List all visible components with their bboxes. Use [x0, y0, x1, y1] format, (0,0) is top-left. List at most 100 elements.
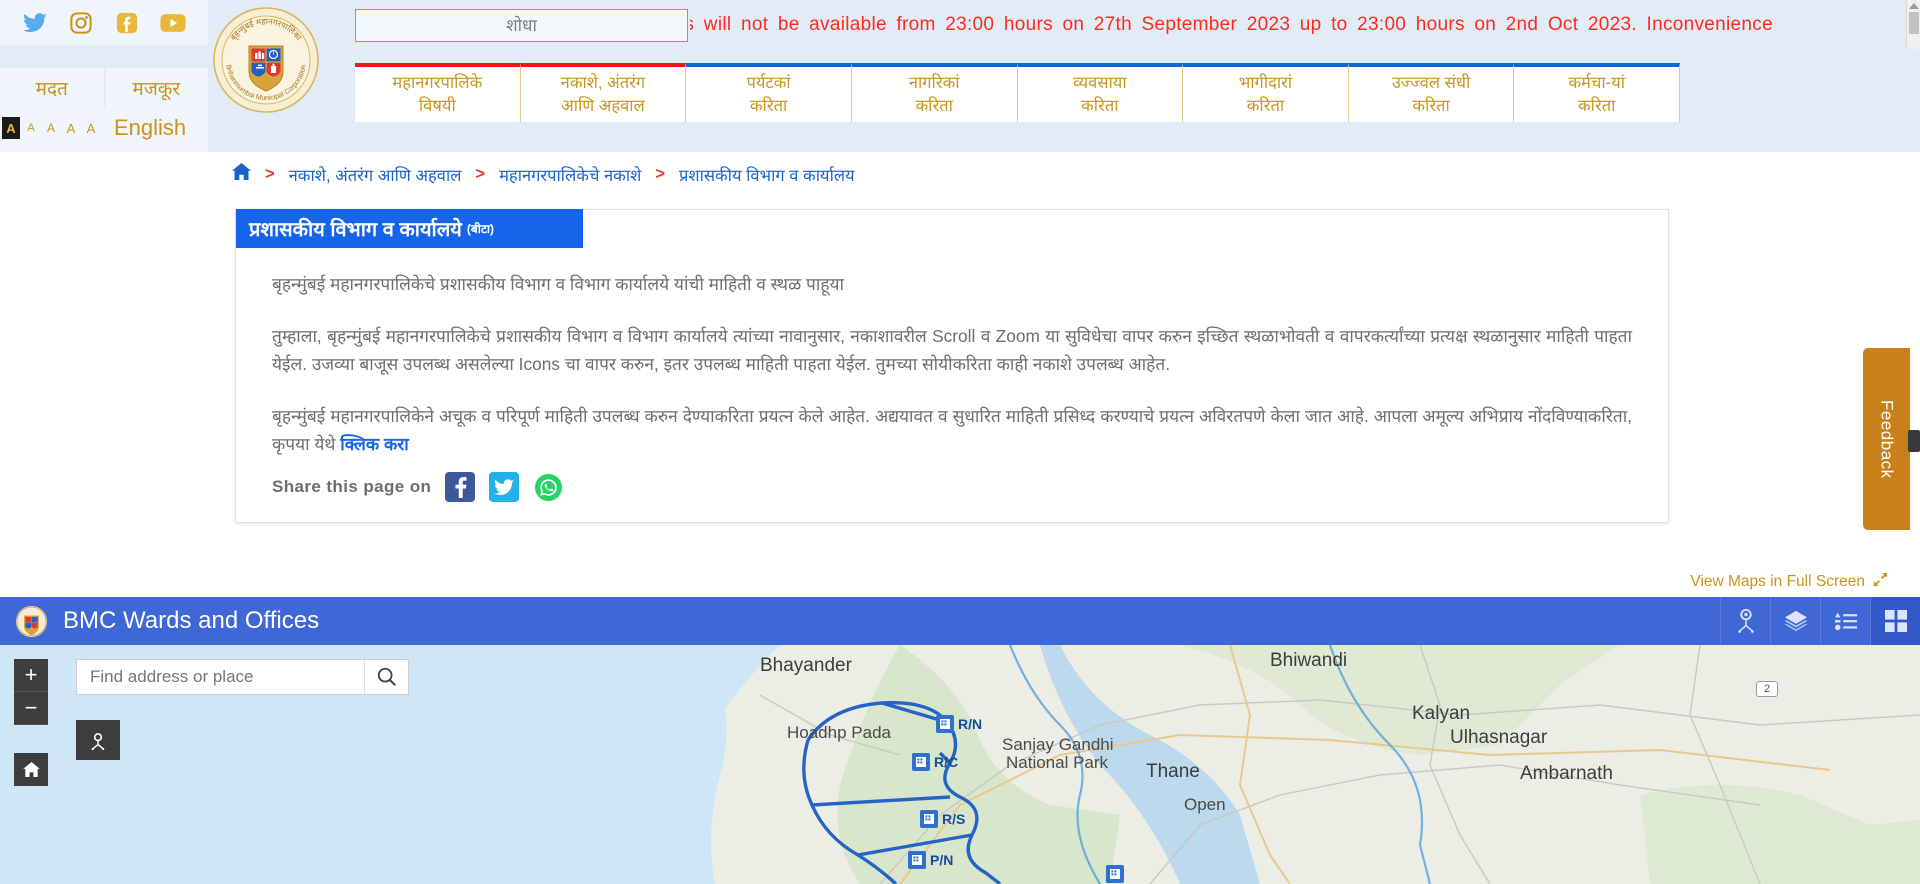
font-size-medium[interactable]: A [62, 117, 80, 139]
office-building-icon [912, 753, 930, 771]
zoom-out-button[interactable]: − [14, 692, 48, 725]
breadcrumb-separator: > [475, 165, 486, 183]
nav-item-partners[interactable]: भागीदारां करिता [1183, 63, 1349, 122]
map-label: Kalyan [1412, 703, 1471, 724]
ward-marker[interactable]: R/N [936, 715, 982, 733]
youtube-icon[interactable] [160, 10, 186, 36]
view-fullscreen-link[interactable]: View Maps in Full Screen [1680, 568, 1898, 596]
feedback-link[interactable]: क्लिक करा [340, 434, 409, 454]
office-building-icon [1106, 865, 1124, 883]
view-fullscreen-label: View Maps in Full Screen [1690, 573, 1865, 590]
facebook-icon[interactable] [114, 10, 140, 36]
scrollbar-thumb[interactable] [1908, 12, 1919, 34]
nav-item-business[interactable]: व्यवसाया करिता [1017, 63, 1184, 122]
nav-item-citizens[interactable]: नागरिकां करिता [851, 63, 1018, 122]
nav-item-employees[interactable]: कर्मचा-यां करिता [1514, 63, 1680, 122]
search-input[interactable]: शोधा [355, 9, 688, 42]
zoom-in-button[interactable]: + [14, 659, 48, 692]
feedback-tab[interactable]: Feedback [1863, 348, 1910, 530]
twitter-share-icon[interactable] [489, 472, 520, 503]
nav-label-line2: करिता [1578, 96, 1616, 115]
ward-label: R/C [934, 754, 959, 770]
nav-label-line2: करिता [1246, 96, 1285, 115]
map-canvas[interactable]: Bhayander Bhiwandi Hoadhp Pada Sanjay Ga… [0, 645, 1920, 884]
nav-label-line2: करिता [915, 96, 953, 115]
nav-item-tourists[interactable]: पर्यटकां करिता [686, 63, 852, 122]
map-label: Open [1184, 795, 1226, 814]
page-title-text: प्रशासकीय विभाग व कार्यालये [249, 219, 462, 241]
layers-icon[interactable] [1770, 597, 1820, 645]
ward-marker[interactable]: P/N [908, 851, 953, 869]
intro-paragraph: बृहन्मुंबई महानगरपालिकेचे प्रशासकीय विभा… [272, 274, 844, 294]
breadcrumb-item-bmc-maps[interactable]: महानगरपालिकेचे नकाशे [499, 163, 641, 186]
accessibility-bar: मदत मजकूर A A A A A English [0, 68, 208, 152]
ward-marker[interactable]: R/C [912, 753, 958, 771]
font-size-controls: A A A A A [2, 117, 100, 139]
map-search-input[interactable] [77, 660, 364, 694]
map-bmc-logo-icon [16, 605, 47, 637]
facebook-share-icon[interactable] [445, 472, 476, 503]
main-navigation: महानगरपालिके विषयी नकाशे, अंतरंग आणि अहव… [355, 63, 1680, 122]
office-building-icon [936, 715, 954, 733]
share-bar: Share this page on [272, 472, 1632, 503]
map-label: Thane [1146, 761, 1200, 782]
nav-label-line2: आणि अहवाल [561, 96, 645, 115]
nav-label-line2: करिता [749, 96, 788, 115]
page-scrollbar[interactable] [1906, 0, 1920, 49]
font-size-smallest[interactable]: A [22, 117, 40, 139]
nav-item-about[interactable]: महानगरपालिके विषयी [355, 63, 521, 122]
map-label: Sanjay Gandhi [1002, 735, 1114, 754]
breadcrumb: > नकाशे, अंतरंग आणि अहवाल > महानगरपालिके… [0, 152, 1920, 197]
map-toolbar [1720, 597, 1920, 645]
ward-marker[interactable]: R/S [920, 810, 965, 828]
nav-label-line1: नकाशे, अंतरंग [560, 74, 646, 93]
basemap-grid-icon[interactable] [1870, 597, 1920, 645]
feedback-paragraph: बृहन्मुंबई महानगरपालिकेने अचूक व परिपूर्… [272, 402, 1632, 458]
font-size-reset[interactable]: A [2, 117, 20, 139]
office-building-icon [908, 851, 926, 869]
nav-label-line1: महानगरपालिके [392, 74, 483, 93]
share-label: Share this page on [272, 477, 432, 497]
legend-list-icon[interactable] [1820, 597, 1870, 645]
font-size-small[interactable]: A [42, 117, 60, 139]
locate-icon[interactable] [1720, 597, 1770, 645]
feedback-handle[interactable] [1908, 430, 1920, 452]
nav-item-opportunities[interactable]: उज्ज्वल संधी करिता [1348, 63, 1515, 122]
font-size-large[interactable]: A [82, 117, 100, 139]
nav-label-line1: व्यवसाया [1072, 74, 1127, 93]
map-title: BMC Wards and Offices [63, 607, 320, 634]
office-building-icon [920, 810, 938, 828]
map-label: Bhayander [760, 655, 852, 676]
nav-label-line1: नागरिकां [908, 74, 960, 93]
language-toggle[interactable]: English [114, 115, 186, 141]
instructions-paragraph: तुम्हाला, बृहन्मुंबई महानगरपालिकेचे प्रश… [272, 326, 1632, 375]
breadcrumb-separator: > [265, 165, 275, 183]
breadcrumb-item-current: प्रशासकीय विभाग व कार्यालय [678, 167, 855, 185]
social-links [0, 0, 208, 45]
breadcrumb-item-maps-reports[interactable]: नकाशे, अंतरंग आणि अहवाल [289, 163, 462, 186]
map-label: Bhiwandi [1270, 650, 1348, 671]
bmc-logo[interactable]: बृहन्मुंबई महानगरपालिका Brihanmumbai Mun… [212, 6, 320, 114]
ward-label: P/N [930, 852, 954, 868]
search-icon[interactable] [364, 660, 408, 694]
instagram-icon[interactable] [68, 10, 94, 36]
help-button[interactable]: मदत [0, 68, 105, 108]
nav-item-maps-reports[interactable]: नकाशे, अंतरंग आणि अहवाल [520, 63, 687, 122]
content-button[interactable]: मजकूर [105, 68, 209, 108]
whatsapp-share-icon[interactable] [533, 472, 564, 503]
nav-label-line2: करिता [1412, 96, 1450, 115]
nav-label-line1: भागीदारां [1238, 74, 1293, 93]
breadcrumb-separator: > [655, 165, 665, 183]
twitter-icon[interactable] [22, 10, 48, 36]
map-home-button[interactable] [14, 753, 48, 786]
my-location-button[interactable] [76, 720, 120, 760]
nav-label-line1: पर्यटकां [746, 74, 791, 93]
map-label: Hoadhp Pada [787, 723, 891, 742]
ward-marker[interactable] [1106, 865, 1124, 883]
map-search-box [76, 659, 409, 695]
announcement-text: g systems will not be available from 23:… [690, 14, 1773, 35]
home-icon[interactable] [232, 163, 251, 186]
scroll-up-arrow[interactable] [1908, 3, 1919, 9]
page-title: प्रशासकीय विभाग व कार्यालये (बीटा) [236, 209, 583, 248]
map-label: Ambarnath [1520, 763, 1613, 784]
